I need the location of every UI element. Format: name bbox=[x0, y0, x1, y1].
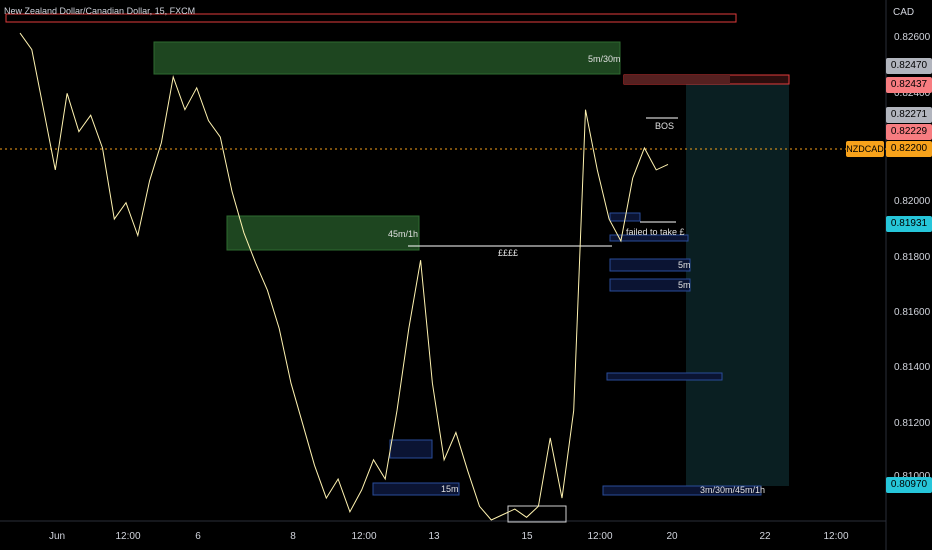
target-zone bbox=[686, 84, 789, 486]
time-tick: Jun bbox=[48, 531, 66, 542]
zone-label-5m-a: 5m bbox=[678, 260, 691, 270]
price-chart bbox=[0, 0, 887, 550]
zone-label-5m-b: 5m bbox=[678, 280, 691, 290]
zone-label-45m1h: 45m/1h bbox=[388, 229, 419, 239]
price-tick: 0.81800 bbox=[894, 252, 931, 263]
currency-label: CAD bbox=[893, 7, 915, 18]
time-tick: 20 bbox=[666, 531, 678, 542]
price-tick: 0.81400 bbox=[894, 362, 931, 373]
price-tick: 0.81600 bbox=[894, 307, 931, 318]
demand-box-c bbox=[606, 372, 723, 381]
price-label: 0.82200 bbox=[886, 141, 932, 157]
bos-label: BOS bbox=[655, 121, 675, 131]
time-tick: 12:00 bbox=[115, 531, 141, 542]
stop-zone-inner bbox=[624, 75, 730, 84]
time-tick: 12:00 bbox=[351, 531, 377, 542]
plot-area bbox=[0, 0, 887, 550]
time-tick: 13 bbox=[428, 531, 440, 542]
price-label: 0.80970 bbox=[886, 477, 932, 493]
failed-label: failed to take £ bbox=[626, 227, 685, 237]
time-tick: 8 bbox=[290, 531, 296, 542]
time-tick: 6 bbox=[195, 531, 201, 542]
price-label: 0.82271 bbox=[886, 107, 932, 123]
pounds-label: ££££ bbox=[498, 248, 519, 258]
price-label: 0.81931 bbox=[886, 216, 932, 232]
price-label: 0.82229 bbox=[886, 124, 932, 140]
price-tick: 0.82600 bbox=[894, 32, 931, 43]
price-label: 0.82470 bbox=[886, 58, 932, 74]
price-tick: 0.81200 bbox=[894, 418, 931, 429]
zone-label-15m: 15m bbox=[441, 484, 459, 494]
price-series-line bbox=[19, 32, 669, 521]
symbol-title: New Zealand Dollar/Canadian Dollar, 15, … bbox=[4, 6, 196, 16]
zone-label-5m30m: 5m/30m bbox=[588, 54, 621, 64]
demand-box-d bbox=[389, 439, 433, 459]
time-tick: 12:00 bbox=[823, 531, 849, 542]
time-tick: 22 bbox=[759, 531, 771, 542]
time-tick: 12:00 bbox=[587, 531, 613, 542]
price-tick: 0.82000 bbox=[894, 196, 931, 207]
price-label: 0.82437 bbox=[886, 77, 932, 93]
symbol-tag: NZDCAD bbox=[846, 141, 884, 157]
demand-box-e bbox=[507, 505, 567, 523]
time-tick: 15 bbox=[521, 531, 533, 542]
zone-label-multi: 3m/30m/45m/1h bbox=[700, 485, 766, 495]
supply-zone-5m30m bbox=[153, 41, 621, 75]
